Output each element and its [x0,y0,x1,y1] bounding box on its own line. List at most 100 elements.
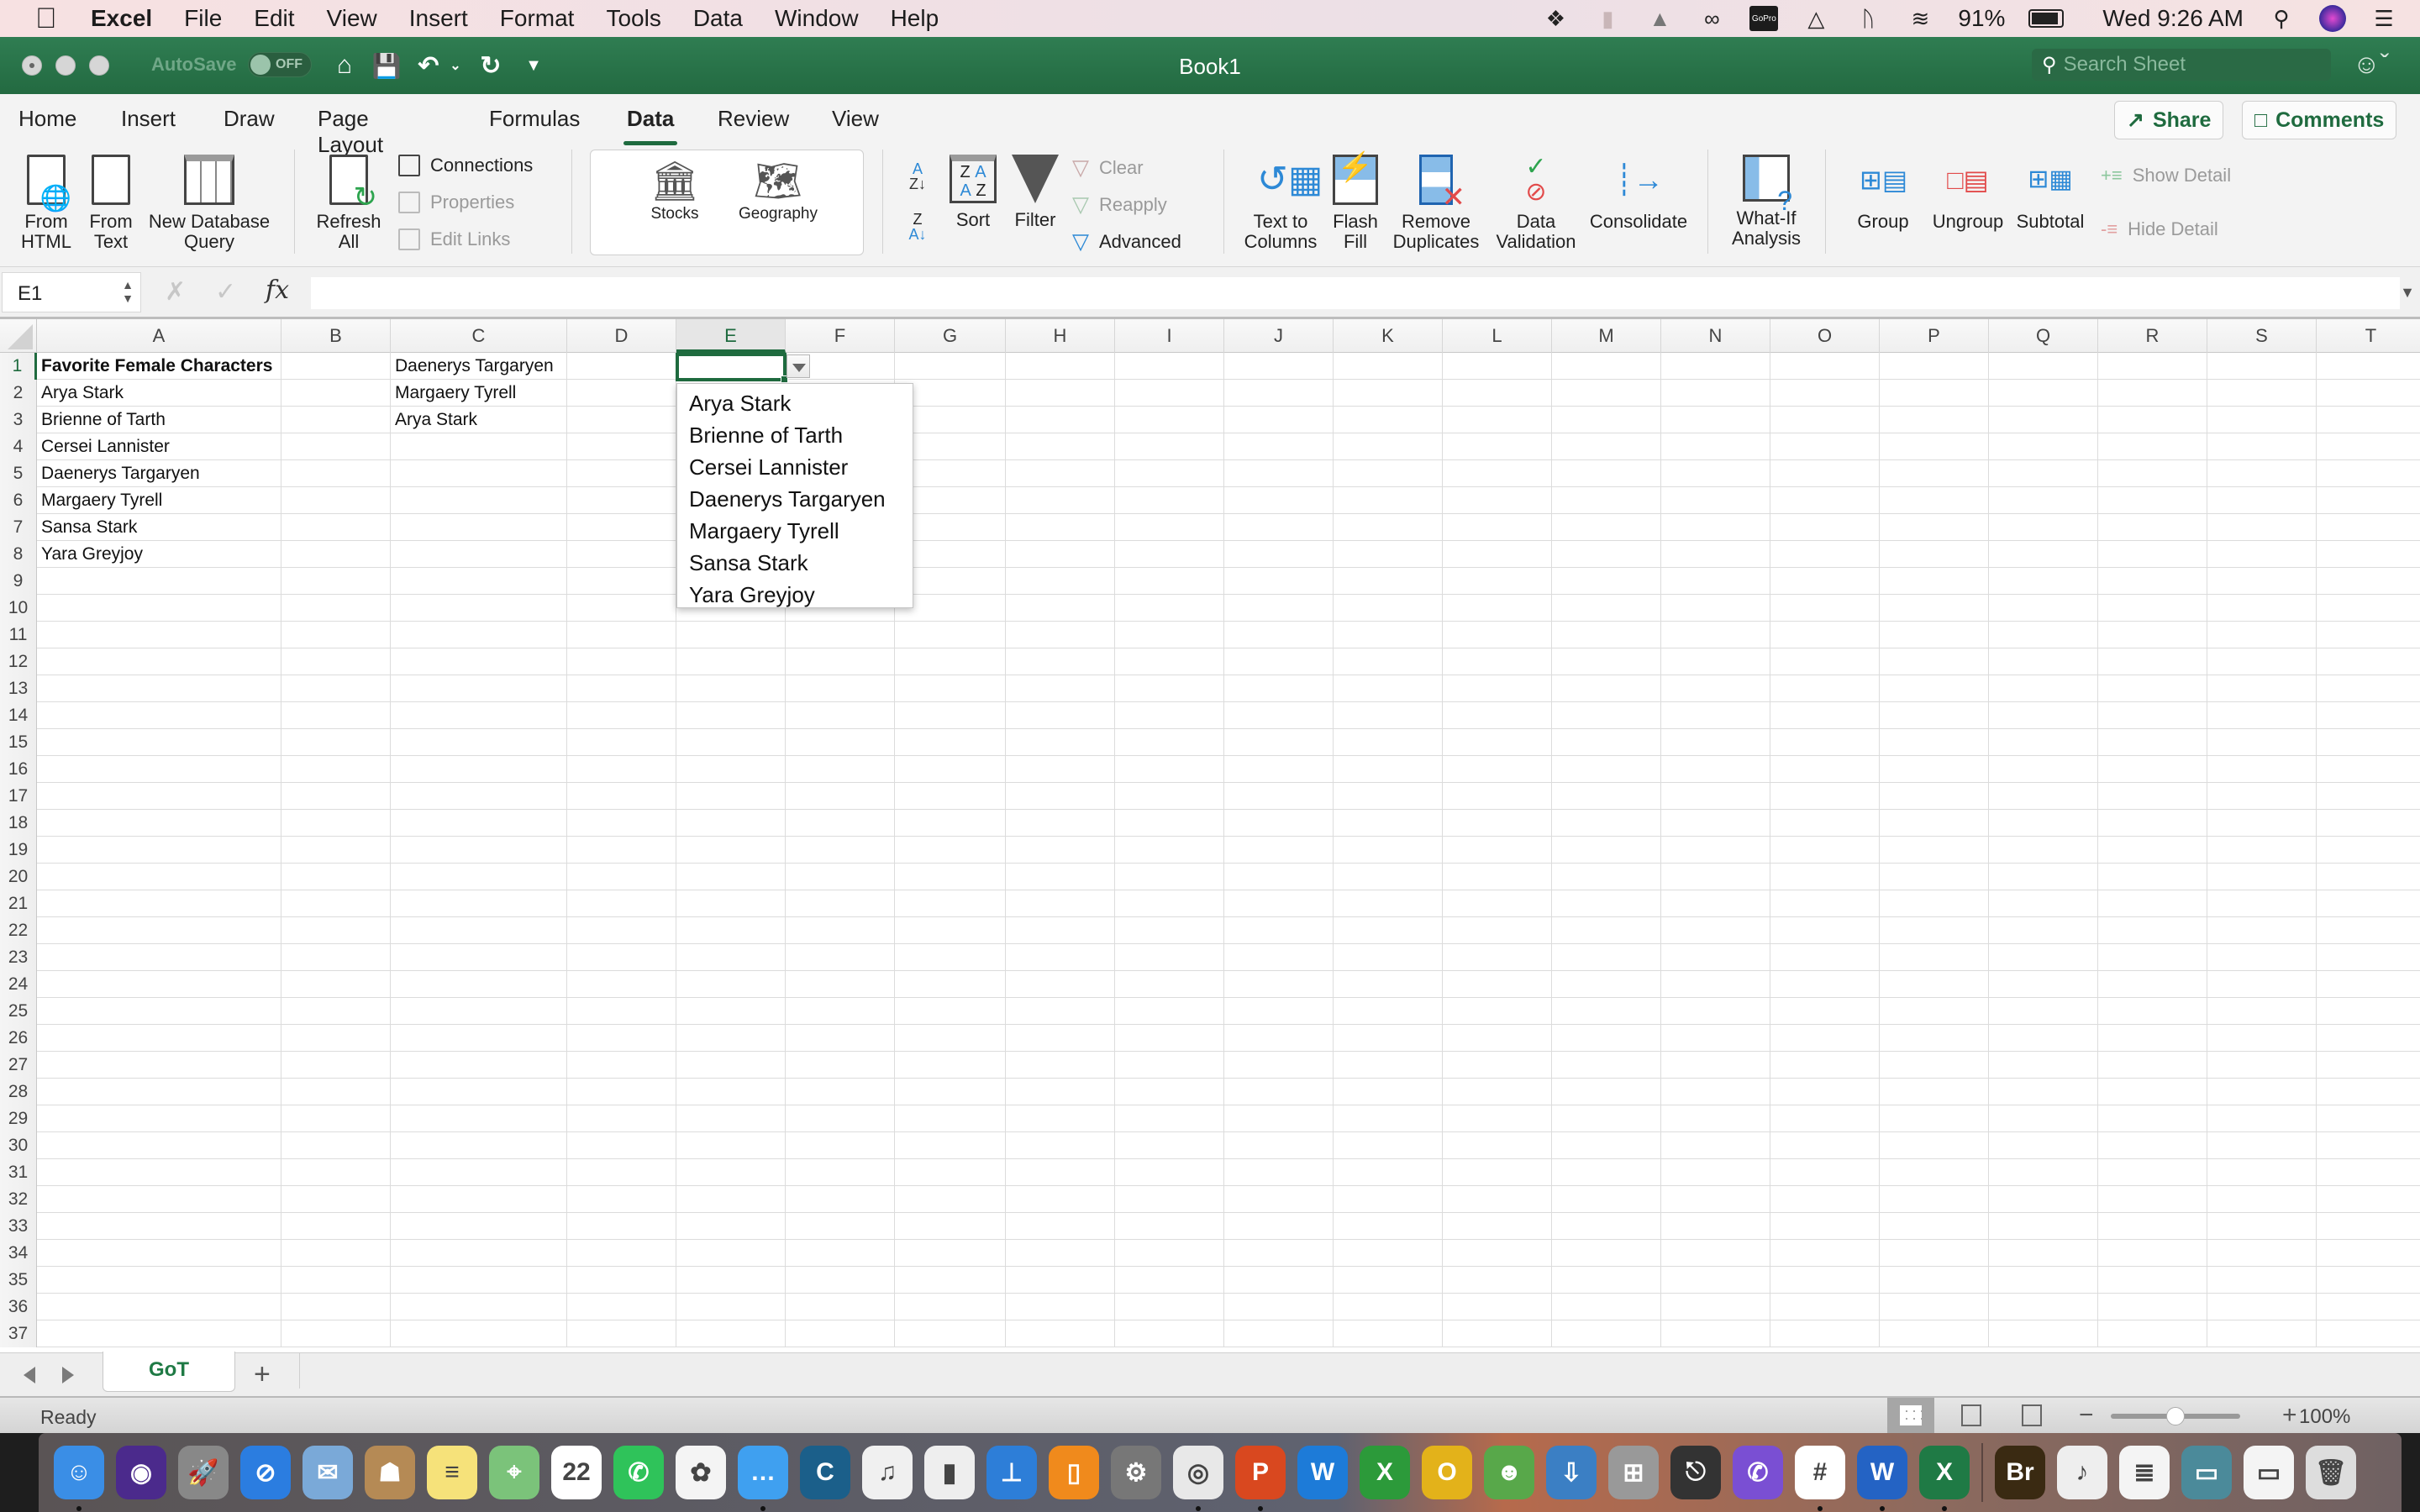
cell-c14[interactable] [391,702,567,729]
cell-k11[interactable] [1334,622,1443,648]
cell-t11[interactable] [2317,622,2420,648]
cell-r7[interactable] [2098,514,2207,541]
cell-o25[interactable] [1770,998,1880,1025]
cell-l1[interactable] [1443,353,1552,380]
page-layout-view-button[interactable] [1948,1398,1995,1433]
cell-m34[interactable] [1552,1240,1661,1267]
cell-i32[interactable] [1115,1186,1224,1213]
cell-r28[interactable] [2098,1079,2207,1105]
cell-r3[interactable] [2098,407,2207,433]
cell-q17[interactable] [1989,783,2098,810]
dock-viber-icon[interactable]: ✆ [1733,1446,1783,1499]
cell-b21[interactable] [281,890,391,917]
cell-o7[interactable] [1770,514,1880,541]
refresh-all-button[interactable]: ↻ Refresh All [311,155,387,252]
cell-l5[interactable] [1443,460,1552,487]
cell-f13[interactable] [786,675,895,702]
dock-word-icon[interactable]: W [1857,1446,1907,1511]
cell-a9[interactable] [37,568,281,595]
cell-p21[interactable] [1880,890,1989,917]
cell-c9[interactable] [391,568,567,595]
cell-e15[interactable] [676,729,786,756]
cell-g37[interactable] [895,1320,1006,1347]
cell-o16[interactable] [1770,756,1880,783]
data-validation-button[interactable]: ✓ ⊘ Data Validation [1489,155,1583,252]
cell-r6[interactable] [2098,487,2207,514]
zoom-in-button[interactable]: + [2282,1401,2297,1430]
cell-a20[interactable] [37,864,281,890]
row-header-14[interactable]: 14 [0,702,37,729]
cell-k23[interactable] [1334,944,1443,971]
cell-g13[interactable] [895,675,1006,702]
cell-m21[interactable] [1552,890,1661,917]
cell-k7[interactable] [1334,514,1443,541]
cell-d20[interactable] [567,864,676,890]
cell-n3[interactable] [1661,407,1770,433]
cell-a11[interactable] [37,622,281,648]
cell-i22[interactable] [1115,917,1224,944]
row-header-8[interactable]: 8 [0,541,37,568]
cell-p27[interactable] [1880,1052,1989,1079]
row-header-13[interactable]: 13 [0,675,37,702]
cell-e29[interactable] [676,1105,786,1132]
what-if-analysis-button[interactable]: ? What-If Analysis [1723,155,1810,249]
cell-o12[interactable] [1770,648,1880,675]
cell-a31[interactable] [37,1159,281,1186]
cell-t17[interactable] [2317,783,2420,810]
cell-a33[interactable] [37,1213,281,1240]
cell-h23[interactable] [1006,944,1115,971]
cell-g32[interactable] [895,1186,1006,1213]
cell-s31[interactable] [2207,1159,2317,1186]
cell-h21[interactable] [1006,890,1115,917]
cell-g18[interactable] [895,810,1006,837]
cell-n33[interactable] [1661,1213,1770,1240]
cell-j7[interactable] [1224,514,1334,541]
dock-facetime-icon[interactable]: ✆ [613,1446,664,1499]
column-header-t[interactable]: T [2317,319,2420,353]
cell-i21[interactable] [1115,890,1224,917]
dock-word-2011-icon[interactable]: W [1297,1446,1348,1499]
cell-n30[interactable] [1661,1132,1770,1159]
cell-s1[interactable] [2207,353,2317,380]
cell-q12[interactable] [1989,648,2098,675]
cell-d17[interactable] [567,783,676,810]
cell-k27[interactable] [1334,1052,1443,1079]
cell-d5[interactable] [567,460,676,487]
cell-b19[interactable] [281,837,391,864]
creative-cloud-icon[interactable]: ∞ [1697,6,1726,31]
row-header-15[interactable]: 15 [0,729,37,756]
cell-b26[interactable] [281,1025,391,1052]
cell-h18[interactable] [1006,810,1115,837]
cell-q16[interactable] [1989,756,2098,783]
cell-c28[interactable] [391,1079,567,1105]
cell-c27[interactable] [391,1052,567,1079]
cell-j3[interactable] [1224,407,1334,433]
cell-q1[interactable] [1989,353,2098,380]
cell-c12[interactable] [391,648,567,675]
cell-j8[interactable] [1224,541,1334,568]
cell-k33[interactable] [1334,1213,1443,1240]
cell-t33[interactable] [2317,1213,2420,1240]
cell-m11[interactable] [1552,622,1661,648]
cell-e16[interactable] [676,756,786,783]
cell-c20[interactable] [391,864,567,890]
cell-d4[interactable] [567,433,676,460]
cell-c26[interactable] [391,1025,567,1052]
cell-p8[interactable] [1880,541,1989,568]
cell-t4[interactable] [2317,433,2420,460]
cell-o19[interactable] [1770,837,1880,864]
cell-i5[interactable] [1115,460,1224,487]
cell-n17[interactable] [1661,783,1770,810]
cell-t18[interactable] [2317,810,2420,837]
cell-f24[interactable] [786,971,895,998]
cell-s33[interactable] [2207,1213,2317,1240]
cell-n15[interactable] [1661,729,1770,756]
cell-b35[interactable] [281,1267,391,1294]
cell-c35[interactable] [391,1267,567,1294]
tab-formulas[interactable]: Formulas [489,106,580,132]
cell-a30[interactable] [37,1132,281,1159]
row-header-21[interactable]: 21 [0,890,37,917]
cell-i24[interactable] [1115,971,1224,998]
cell-c8[interactable] [391,541,567,568]
cell-h33[interactable] [1006,1213,1115,1240]
